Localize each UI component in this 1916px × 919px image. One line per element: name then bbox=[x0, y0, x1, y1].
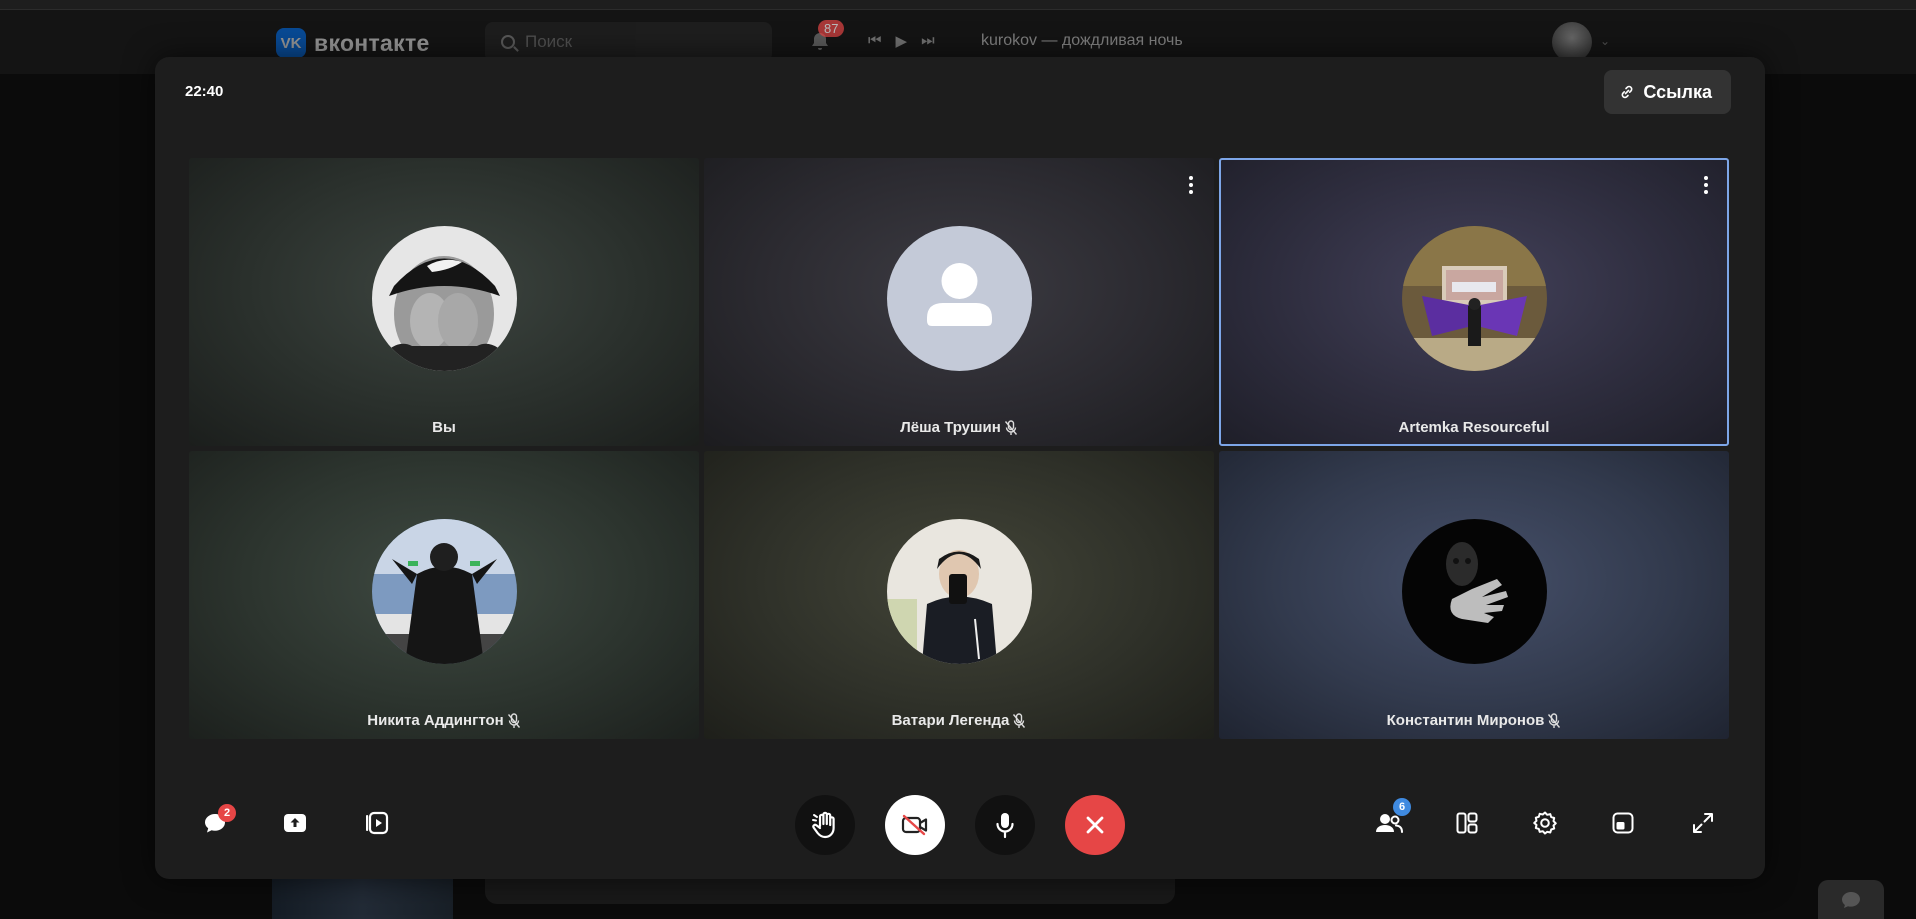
expand-icon bbox=[1693, 813, 1713, 833]
participant-name: Константин Миронов bbox=[1219, 712, 1729, 729]
picture-in-picture-icon bbox=[1612, 812, 1634, 834]
camera-toggle-button[interactable] bbox=[885, 795, 945, 855]
participant-avatar bbox=[372, 519, 517, 664]
browser-top-strip bbox=[0, 0, 1916, 10]
vk-logo-text: вконтакте bbox=[314, 29, 430, 56]
participant-name: Никита Аддингтон bbox=[189, 712, 699, 729]
watch-together-button[interactable] bbox=[354, 801, 398, 845]
now-playing-title[interactable]: kurokov — дождливая ночь bbox=[981, 32, 1183, 50]
microphone-icon bbox=[996, 813, 1014, 839]
participant-name-text: Константин Миронов bbox=[1386, 712, 1545, 729]
messenger-button[interactable] bbox=[1818, 880, 1884, 919]
mic-off-icon bbox=[1548, 712, 1561, 728]
vk-logo-mark: VK bbox=[276, 28, 306, 58]
audio-player-controls: ⏮ ▶ ⏭ bbox=[868, 32, 935, 50]
participant-tile-self[interactable]: Вы bbox=[189, 158, 699, 446]
background-thumbnail bbox=[272, 874, 453, 919]
participant-name-text: Лёша Трушин bbox=[900, 419, 1001, 436]
participant-tile[interactable]: Ватари Легенда bbox=[704, 451, 1214, 739]
vk-logo[interactable]: VK вконтакте bbox=[276, 28, 430, 58]
settings-button[interactable] bbox=[1523, 801, 1567, 845]
participant-name: Вы bbox=[189, 419, 699, 436]
chat-bubble-icon bbox=[1842, 891, 1860, 908]
participant-tile[interactable]: Никита Аддингтон bbox=[189, 451, 699, 739]
participant-tile[interactable]: Лёша Трушин bbox=[704, 158, 1214, 446]
gear-icon bbox=[1533, 811, 1557, 835]
video-play-icon bbox=[366, 811, 389, 835]
default-person-icon bbox=[887, 226, 1032, 371]
participant-avatar bbox=[887, 226, 1032, 371]
grid-layout-icon bbox=[1456, 812, 1478, 834]
chat-unread-badge: 2 bbox=[218, 804, 236, 822]
participant-tile[interactable]: Константин Миронов bbox=[1219, 451, 1729, 739]
profile-avatar[interactable] bbox=[1552, 22, 1592, 62]
mic-off-icon bbox=[1004, 419, 1017, 435]
participant-name-text: Artemka Resourceful bbox=[1398, 419, 1550, 436]
notifications-badge: 87 bbox=[818, 20, 845, 37]
search-placeholder: Поиск bbox=[525, 32, 573, 51]
layout-button[interactable] bbox=[1445, 801, 1489, 845]
participant-name-text: Вы bbox=[432, 419, 456, 436]
end-call-button[interactable] bbox=[1065, 795, 1125, 855]
call-window: 22:40 Ссылка Вы Лёша Трушин Artemka Reso… bbox=[155, 57, 1765, 879]
close-icon bbox=[1086, 816, 1104, 834]
participant-avatar bbox=[887, 519, 1032, 664]
upload-screen-icon bbox=[284, 814, 306, 832]
copy-link-label: Ссылка bbox=[1643, 81, 1712, 102]
participant-avatar bbox=[1402, 226, 1547, 371]
participant-tile-active[interactable]: Artemka Resourceful bbox=[1219, 158, 1729, 446]
fullscreen-button[interactable] bbox=[1681, 801, 1725, 845]
participant-menu-button[interactable] bbox=[1697, 174, 1715, 196]
hand-icon bbox=[812, 811, 835, 839]
play-icon[interactable]: ▶ bbox=[896, 32, 908, 50]
chevron-down-icon[interactable]: ⌄ bbox=[1600, 34, 1610, 48]
participant-avatar bbox=[372, 226, 517, 371]
microphone-toggle-button[interactable] bbox=[975, 795, 1035, 855]
participant-name-text: Ватари Легенда bbox=[891, 712, 1010, 729]
chat-button[interactable]: 2 bbox=[193, 801, 237, 845]
previous-track-icon[interactable]: ⏮ bbox=[868, 32, 882, 50]
search-icon bbox=[501, 35, 515, 49]
search-input[interactable]: Поиск bbox=[485, 22, 772, 62]
participant-name-text: Никита Аддингтон bbox=[367, 712, 504, 729]
link-icon bbox=[1621, 85, 1633, 99]
participant-menu-button[interactable] bbox=[1182, 174, 1200, 196]
participant-name: Лёша Трушин bbox=[704, 419, 1214, 436]
screen-share-button[interactable] bbox=[273, 801, 317, 845]
participants-button[interactable]: 6 bbox=[1367, 798, 1411, 845]
participant-name: Artemka Resourceful bbox=[1219, 419, 1729, 436]
camera-off-icon bbox=[901, 814, 928, 836]
minimize-window-button[interactable] bbox=[1601, 801, 1645, 845]
copy-link-button[interactable]: Ссылка bbox=[1604, 70, 1731, 114]
participants-count-badge: 6 bbox=[1393, 798, 1411, 816]
mic-off-icon bbox=[507, 712, 520, 728]
participant-avatar bbox=[1402, 519, 1547, 664]
call-duration: 22:40 bbox=[185, 83, 224, 100]
mic-off-icon bbox=[1013, 712, 1026, 728]
participant-name: Ватари Легенда bbox=[704, 712, 1214, 729]
next-track-icon[interactable]: ⏭ bbox=[921, 32, 935, 50]
raise-hand-button[interactable] bbox=[795, 795, 855, 855]
participants-grid: Вы Лёша Трушин Artemka Resourceful Никит… bbox=[189, 158, 1730, 739]
